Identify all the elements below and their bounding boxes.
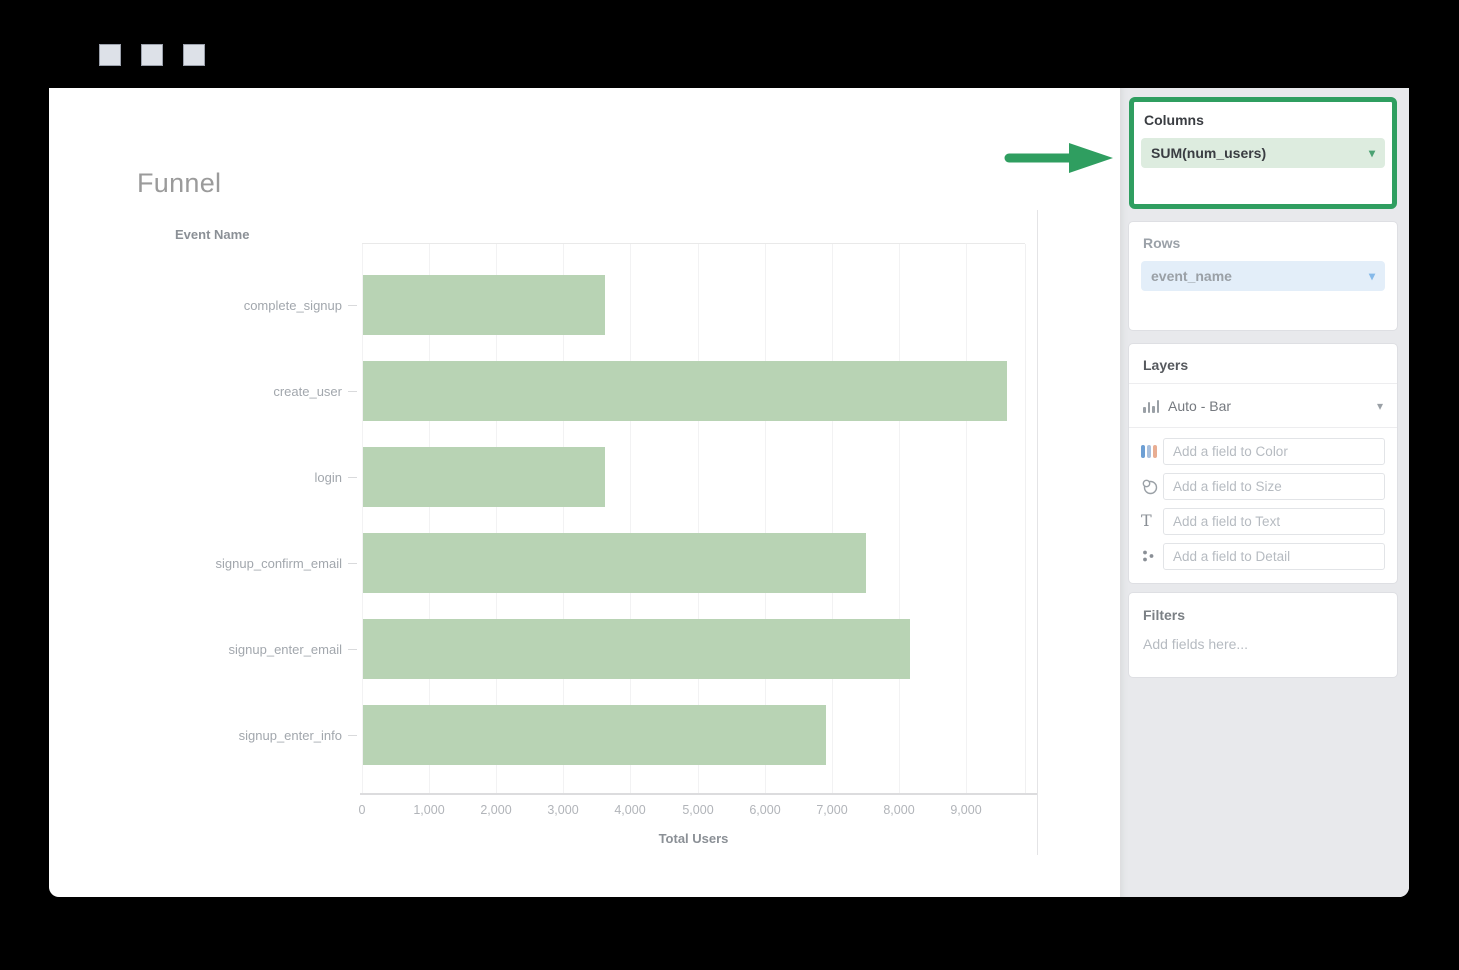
detail-dots-icon	[1141, 549, 1163, 563]
y-tick-mark	[348, 735, 357, 736]
app-frame: Funnel Event Name Total Users 01,0002,00…	[0, 0, 1459, 970]
x-tick-label: 7,000	[797, 803, 867, 817]
y-tick-label: signup_enter_info	[82, 705, 342, 765]
gridline	[832, 244, 833, 793]
y-tick-label: signup_confirm_email	[82, 533, 342, 593]
window-control-button[interactable]	[99, 44, 121, 66]
y-tick-label: signup_enter_email	[82, 619, 342, 679]
y-tick-mark	[348, 391, 357, 392]
chevron-down-icon[interactable]: ▾	[1377, 400, 1383, 412]
columns-field-pill[interactable]: SUM(num_users) ▾	[1141, 138, 1385, 168]
chart-card-divider	[1037, 210, 1038, 855]
callout-arrow-icon	[1001, 138, 1119, 178]
color-field-input[interactable]	[1163, 438, 1385, 465]
x-axis-line	[360, 793, 1037, 795]
chevron-down-icon[interactable]: ▾	[1369, 147, 1375, 159]
x-tick-label: 1,000	[394, 803, 464, 817]
bar-complete_signup[interactable]	[363, 275, 605, 335]
size-field-input[interactable]	[1163, 473, 1385, 500]
layers-panel: Layers Auto - Bar ▾	[1129, 344, 1397, 583]
x-tick-label: 2,000	[461, 803, 531, 817]
text-icon: T	[1141, 513, 1163, 529]
y-tick-mark	[348, 477, 357, 478]
x-tick-label: 6,000	[730, 803, 800, 817]
app-window: Funnel Event Name Total Users 01,0002,00…	[49, 88, 1409, 897]
rows-shelf: Rows event_name ▾	[1129, 222, 1397, 330]
filters-placeholder: Add fields here...	[1143, 636, 1397, 652]
filters-panel-header: Filters	[1143, 607, 1397, 623]
y-tick-mark	[348, 305, 357, 306]
x-tick-label: 3,000	[528, 803, 598, 817]
plot-top-border	[362, 243, 1025, 244]
x-tick-label: 0	[327, 803, 397, 817]
x-tick-label: 4,000	[595, 803, 665, 817]
bar-signup_enter_info[interactable]	[363, 705, 826, 765]
layers-panel-header: Layers	[1143, 357, 1397, 373]
columns-shelf-header: Columns	[1144, 112, 1392, 128]
x-tick-label: 8,000	[864, 803, 934, 817]
y-tick-label: complete_signup	[82, 275, 342, 335]
mark-type-selector[interactable]: Auto - Bar ▾	[1129, 384, 1397, 427]
bar-signup_enter_email[interactable]	[363, 619, 910, 679]
plot-right-border	[1025, 244, 1026, 793]
size-circles-icon	[1141, 478, 1163, 495]
rows-shelf-header: Rows	[1143, 235, 1397, 251]
y-tick-mark	[348, 649, 357, 650]
config-sidebar: Columns SUM(num_users) ▾ Rows event_name…	[1120, 88, 1409, 897]
bar-create_user[interactable]	[363, 361, 1007, 421]
columns-shelf: Columns SUM(num_users) ▾	[1129, 97, 1397, 209]
x-tick-label: 9,000	[931, 803, 1001, 817]
y-axis-header: Event Name	[175, 227, 249, 242]
chart-title: Funnel	[137, 168, 221, 199]
y-tick-label: create_user	[82, 361, 342, 421]
chevron-down-icon[interactable]: ▾	[1369, 270, 1375, 282]
filters-panel[interactable]: Filters Add fields here...	[1129, 593, 1397, 677]
detail-field-input[interactable]	[1163, 543, 1385, 570]
color-bars-icon	[1141, 445, 1163, 458]
rows-field-pill[interactable]: event_name ▾	[1141, 261, 1385, 291]
y-tick-mark	[348, 563, 357, 564]
window-control-button[interactable]	[183, 44, 205, 66]
x-axis-label: Total Users	[362, 831, 1025, 846]
mark-type-label: Auto - Bar	[1168, 398, 1231, 414]
bar-login[interactable]	[363, 447, 605, 507]
rows-field-label: event_name	[1151, 268, 1232, 284]
gridline	[899, 244, 900, 793]
window-control-button[interactable]	[141, 44, 163, 66]
gridline	[966, 244, 967, 793]
bar-signup_confirm_email[interactable]	[363, 533, 866, 593]
x-tick-label: 5,000	[663, 803, 733, 817]
bar-chart-icon	[1143, 398, 1159, 413]
columns-field-label: SUM(num_users)	[1151, 145, 1266, 161]
y-tick-label: login	[82, 447, 342, 507]
bar-chart-plot: Total Users 01,0002,0003,0004,0005,0006,…	[362, 243, 1025, 793]
text-field-input[interactable]	[1163, 508, 1385, 535]
